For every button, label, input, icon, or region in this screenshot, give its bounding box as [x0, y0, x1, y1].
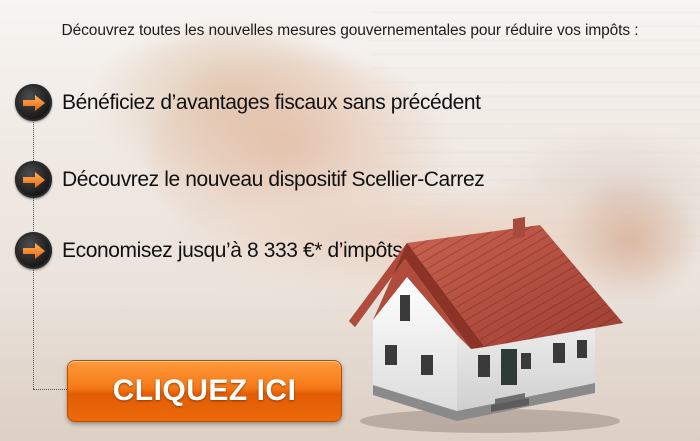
benefit-text: Bénéficiez d’avantages fiscaux sans préc… [62, 90, 481, 114]
ad-banner[interactable]: Découvrez toutes les nouvelles mesures g… [0, 0, 700, 441]
benefit-text: Découvrez le nouveau dispositif Scellier… [62, 167, 485, 191]
benefit-item: Découvrez le nouveau dispositif Scellier… [15, 161, 485, 198]
arrow-right-icon [15, 161, 52, 198]
headline: Découvrez toutes les nouvelles mesures g… [61, 22, 639, 39]
benefit-item: Bénéficiez d’avantages fiscaux sans préc… [15, 84, 481, 121]
cta-button-label: CLIQUEZ ICI [112, 374, 297, 407]
dotted-connector-line-horizontal [33, 389, 69, 390]
arrow-right-icon [15, 84, 52, 121]
cta-button[interactable]: CLIQUEZ ICI [67, 360, 342, 422]
house-illustration [349, 217, 623, 433]
arrow-right-icon [15, 232, 52, 269]
